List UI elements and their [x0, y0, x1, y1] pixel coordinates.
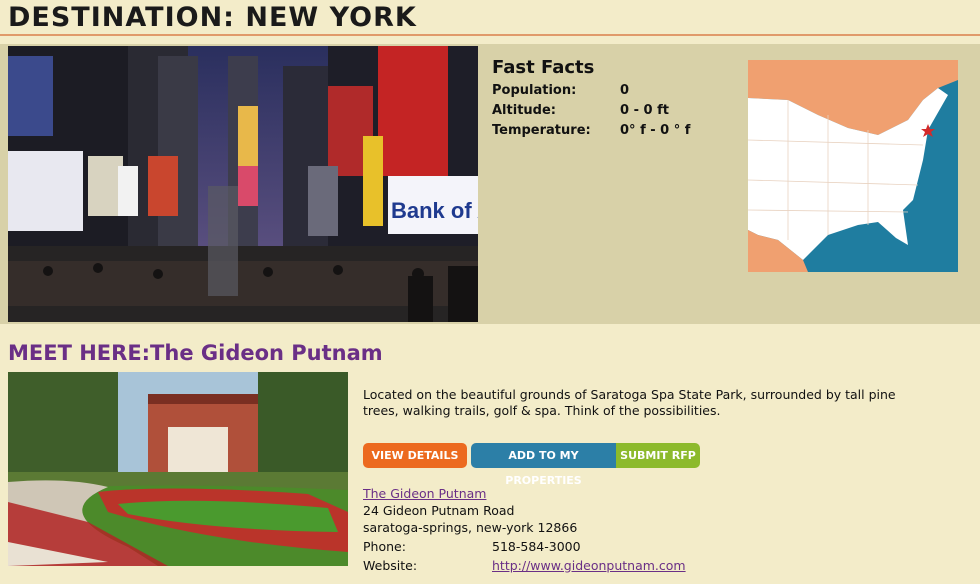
hotel-name-link[interactable]: The Gideon Putnam [363, 486, 486, 501]
altitude-label: Altitude: [492, 103, 556, 118]
population-value: 0 [620, 83, 630, 98]
address-line2: saratoga-springs, new-york 12866 [363, 520, 578, 535]
view-details-button[interactable]: VIEW DETAILS [363, 443, 467, 468]
website-label: Website: [363, 558, 418, 573]
photo-sign-text: Bank of Ame [391, 198, 478, 223]
add-to-my-properties-button[interactable]: ADD TO MY PROPERTIES [471, 443, 616, 487]
altitude-value: 0 - 0 ft [620, 103, 669, 118]
phone-label: Phone: [363, 539, 406, 554]
phone-value: 518-584-3000 [492, 539, 581, 554]
population-label: Population: [492, 83, 577, 98]
temperature-label: Temperature: [492, 123, 591, 138]
page-title: DESTINATION: NEW YORK [8, 2, 417, 33]
submit-rfp-button[interactable]: SUBMIT RFP [616, 443, 700, 468]
location-map[interactable] [748, 60, 958, 272]
fast-facts-title: Fast Facts [492, 57, 595, 78]
website-link[interactable]: http://www.gideonputnam.com [492, 558, 686, 573]
hotel-photo [8, 372, 348, 566]
address-line1: 24 Gideon Putnam Road [363, 503, 515, 518]
temperature-value: 0° f - 0 ° f [620, 123, 691, 138]
meet-here-title: MEET HERE:The Gideon Putnam [8, 341, 383, 365]
title-divider [0, 34, 980, 36]
hotel-description: Located on the beautiful grounds of Sara… [363, 387, 896, 418]
destination-photo: Bank of Ame [8, 46, 478, 322]
